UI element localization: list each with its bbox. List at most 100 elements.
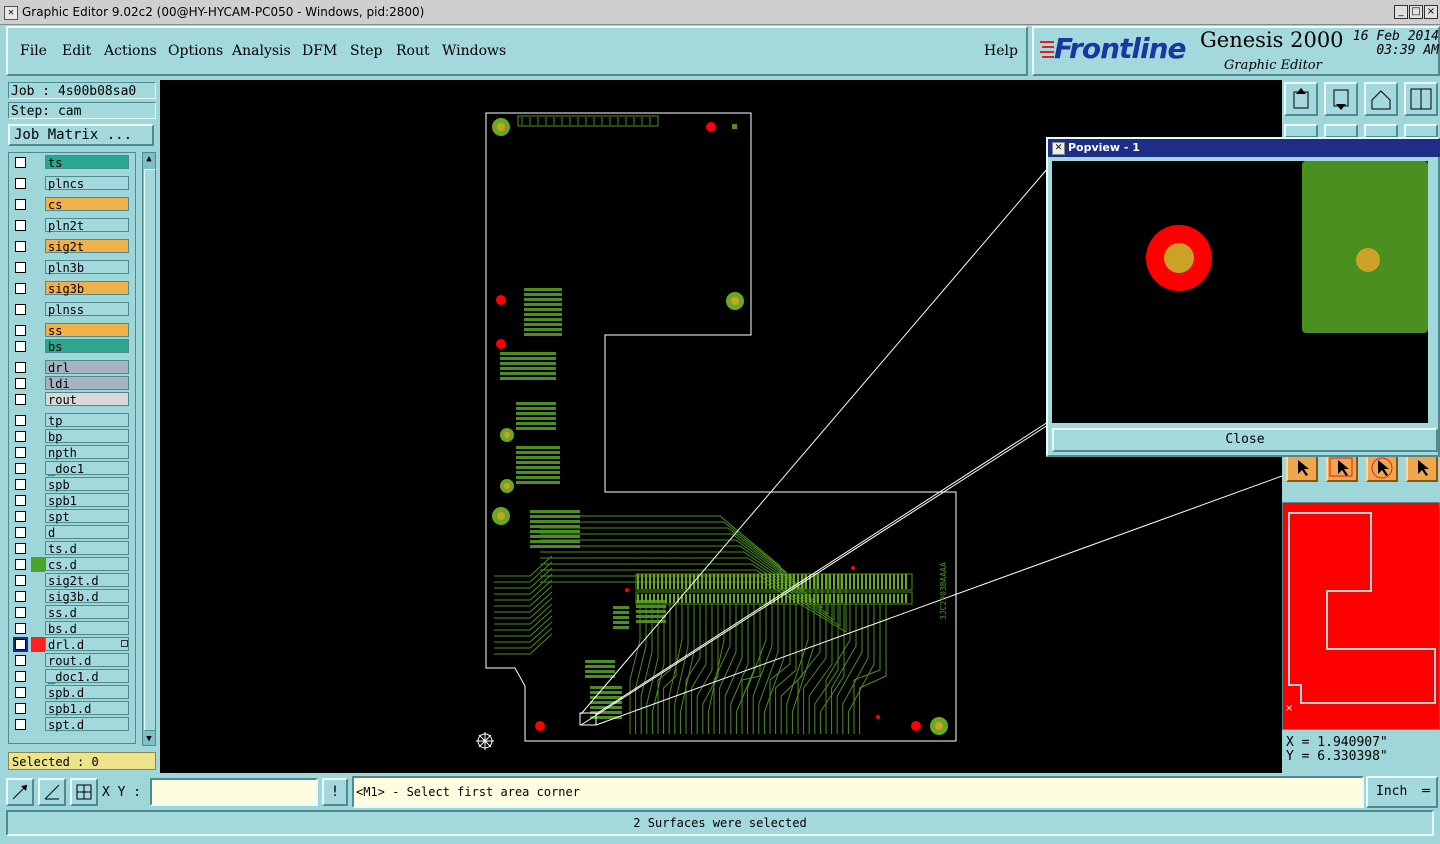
layer-row[interactable]: _doc1 [9,461,133,476]
layer-row[interactable]: rout.d [9,653,133,668]
layer-name[interactable]: bp [45,429,129,444]
layer-row[interactable]: tp [9,413,133,428]
popview-app-icon[interactable]: ✕ [1052,142,1065,155]
layer-checkbox[interactable] [15,479,26,490]
popview-canvas[interactable] [1052,161,1428,423]
layer-name[interactable]: tp [45,413,129,428]
layer-row[interactable]: sig2t [9,239,133,254]
layer-name[interactable]: ts [45,155,129,170]
layer-row[interactable]: cs.d [9,557,133,572]
app-icon[interactable]: ✕ [4,6,18,20]
menu-analysis[interactable]: Analysis [232,43,291,59]
layer-row[interactable]: sig3b [9,281,133,296]
home-icon[interactable] [1364,82,1398,116]
layer-row[interactable]: ldi [9,376,133,391]
layer-name[interactable]: spt [45,509,129,524]
layer-name[interactable]: rout.d [45,653,129,668]
layer-checkbox[interactable] [15,543,26,554]
measure-icon[interactable] [38,778,66,806]
layer-checkbox[interactable] [15,415,26,426]
layer-row[interactable]: rout [9,392,133,407]
layer-row[interactable]: spb [9,477,133,492]
layer-name[interactable]: d [45,525,129,540]
layer-checkbox[interactable] [15,378,26,389]
layer-checkbox[interactable] [15,304,26,315]
tool-button-row2-3[interactable] [1364,124,1398,138]
layer-checkbox[interactable] [15,283,26,294]
menu-rout[interactable]: Rout [396,43,430,59]
layer-name[interactable]: spt.d [45,717,129,732]
close-window-button[interactable]: × [1424,5,1438,19]
layer-name[interactable]: bs [45,339,129,354]
layer-list-scrollbar[interactable]: ▲ ▼ [142,152,156,746]
layer-row[interactable]: pln3b [9,260,133,275]
layer-name[interactable]: pln2t [45,218,129,233]
layer-checkbox[interactable] [15,220,26,231]
layer-name[interactable]: drl [45,360,129,375]
layer-name[interactable]: cs.d [45,557,129,572]
layer-row[interactable]: bs.d [9,621,133,636]
layer-row[interactable]: plncs [9,176,133,191]
layer-checkbox[interactable] [15,559,26,570]
layer-name[interactable]: _doc1.d [45,669,129,684]
layer-checkbox[interactable] [15,655,26,666]
layer-checkbox[interactable] [15,447,26,458]
layer-checkbox[interactable] [15,241,26,252]
layer-row[interactable]: plnss [9,302,133,317]
layer-name[interactable]: plnss [45,302,129,317]
scroll-up-icon[interactable]: ▲ [143,153,155,165]
download-icon[interactable] [1324,82,1358,116]
layer-name[interactable]: pln3b [45,260,129,275]
layer-name[interactable]: sig2t [45,239,129,254]
layer-row[interactable]: spb.d [9,685,133,700]
layer-checkbox[interactable] [15,394,26,405]
layer-name[interactable]: ldi [45,376,129,391]
tool-button-row2-1[interactable] [1284,124,1318,138]
scroll-thumb[interactable] [144,169,156,731]
menu-options[interactable]: Options [168,43,223,59]
layer-row[interactable]: cs [9,197,133,212]
job-matrix-button[interactable]: Job Matrix ... [8,124,154,146]
select-pointer2-icon[interactable] [1326,454,1358,482]
layer-row[interactable]: spb1 [9,493,133,508]
layer-row[interactable]: sig3b.d [9,589,133,604]
layer-checkbox[interactable] [15,623,26,634]
layer-name[interactable]: spb [45,477,129,492]
layer-checkbox[interactable] [13,637,28,652]
popview-close-button[interactable]: Close [1052,428,1438,452]
menu-step[interactable]: Step [350,43,382,59]
select-pointer3-icon[interactable] [1366,454,1398,482]
menu-help[interactable]: Help [984,43,1018,59]
select-pointer-icon[interactable] [1286,454,1318,482]
layer-row[interactable]: spt [9,509,133,524]
layer-name[interactable]: _doc1 [45,461,129,476]
layer-name[interactable]: ss [45,323,129,338]
layer-checkbox[interactable] [15,703,26,714]
layer-name[interactable]: ss.d [45,605,129,620]
tool-button-row2-2[interactable] [1324,124,1358,138]
layer-name[interactable]: spb1.d [45,701,129,716]
window-title-bar[interactable]: ✕ Graphic Editor 9.02c2 (00@HY-HYCAM-PC0… [0,0,1440,25]
layer-checkbox[interactable] [15,157,26,168]
minimize-button[interactable]: _ [1394,5,1408,19]
tool-button-row2-4[interactable] [1404,124,1438,138]
layer-name[interactable]: spb1 [45,493,129,508]
layer-row[interactable]: bp [9,429,133,444]
layer-checkbox[interactable] [15,671,26,682]
layer-name[interactable]: drl.d [45,637,129,652]
layer-name[interactable]: npth [45,445,129,460]
layer-row[interactable]: _doc1.d [9,669,133,684]
board-overview-map[interactable]: × [1282,502,1440,730]
maximize-button[interactable]: □ [1409,5,1423,19]
xy-input[interactable] [150,778,318,806]
layer-checkbox[interactable] [15,719,26,730]
window-layout-icon[interactable] [1404,82,1438,116]
layer-row[interactable]: npth [9,445,133,460]
layer-row[interactable]: drl.d [9,637,133,652]
layer-checkbox[interactable] [15,591,26,602]
layer-checkbox[interactable] [15,325,26,336]
units-dropdown[interactable]: Inch ═ [1366,776,1438,808]
layer-row[interactable]: ss [9,323,133,338]
layer-checkbox[interactable] [15,463,26,474]
layer-row[interactable]: d [9,525,133,540]
